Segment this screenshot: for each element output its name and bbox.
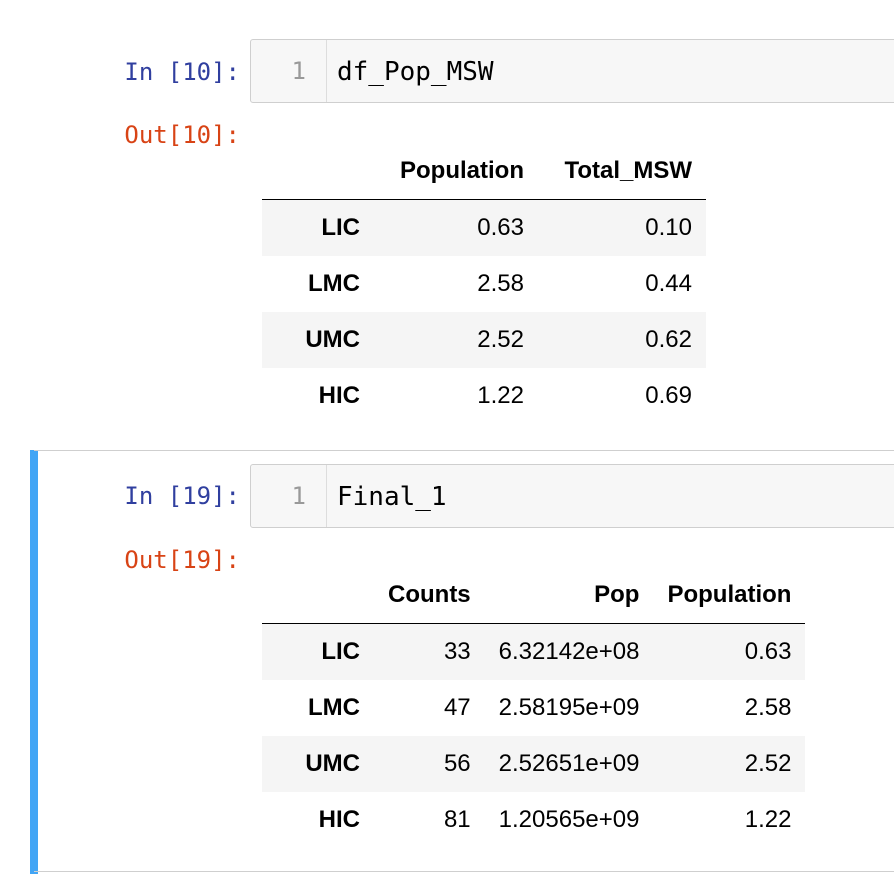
- table-cell: 1.22: [744, 806, 792, 833]
- table-cell: 2.58: [744, 694, 792, 721]
- row-index: LMC: [308, 694, 360, 721]
- table-cell: 6.32142e+08: [498, 638, 640, 665]
- column-header: Pop: [484, 567, 654, 624]
- table-cell: 2.58195e+09: [498, 694, 640, 721]
- output-prompt: Out[10]:: [124, 121, 240, 149]
- table-row: UMC 2.52 0.62: [262, 312, 706, 368]
- row-index: UMC: [305, 750, 360, 777]
- column-header: Counts: [374, 567, 485, 624]
- notebook-cell-19[interactable]: In [19]: 1 Final_1 Out[19]: Counts Pop P…: [0, 450, 894, 874]
- table-cell: 0.10: [645, 214, 692, 241]
- output-prompt: Out[19]:: [124, 546, 240, 574]
- notebook-cell-10[interactable]: In [10]: 1 df_Pop_MSW Out[10]: Populatio…: [0, 0, 894, 440]
- column-header: Population: [374, 143, 538, 200]
- table-cell: 0.44: [645, 270, 692, 297]
- row-index: LMC: [308, 270, 360, 297]
- table-cell: 47: [443, 694, 471, 721]
- row-index: HIC: [318, 382, 360, 409]
- table-cell: 1.22: [477, 382, 524, 409]
- table-header-row: Population Total_MSW: [262, 143, 706, 200]
- table-header-row: Counts Pop Population: [262, 567, 806, 624]
- table-cell: 1.20565e+09: [498, 806, 640, 833]
- input-prompt: In [10]:: [124, 58, 240, 86]
- table-cell: 81: [443, 806, 471, 833]
- line-number: 1: [291, 482, 306, 510]
- row-index: UMC: [305, 326, 360, 353]
- row-index: HIC: [318, 806, 360, 833]
- code-input-area[interactable]: 1 df_Pop_MSW: [250, 39, 894, 103]
- table-cell: 33: [443, 638, 471, 665]
- table-cell: 0.63: [744, 638, 792, 665]
- code-input-area[interactable]: 1 Final_1: [250, 464, 894, 528]
- line-number: 1: [291, 57, 306, 85]
- index-header: [262, 143, 374, 200]
- dataframe-table: Counts Pop Population LIC 33 6.32142e+08…: [262, 567, 806, 848]
- table-cell: 0.63: [477, 214, 524, 241]
- input-prompt: In [19]:: [124, 482, 240, 510]
- dataframe-table: Population Total_MSW LIC 0.63 0.10 LMC 2…: [262, 143, 706, 424]
- table-row: HIC 81 1.20565e+09 1.22: [262, 792, 805, 848]
- code-line[interactable]: df_Pop_MSW: [337, 57, 494, 87]
- row-index: LIC: [321, 214, 360, 241]
- line-number-gutter: 1: [251, 40, 327, 102]
- table-row: LIC 0.63 0.10: [262, 199, 706, 256]
- table-cell: 2.58: [477, 270, 524, 297]
- table-row: LMC 2.58 0.44: [262, 256, 706, 312]
- table-cell: 0.62: [645, 326, 692, 353]
- table-cell: 2.52651e+09: [498, 750, 640, 777]
- table-row: UMC 56 2.52651e+09 2.52: [262, 736, 806, 792]
- table-cell: 2.52: [744, 750, 792, 777]
- table-row: LIC 33 6.32142e+08 0.63: [262, 623, 806, 680]
- table-cell: 56: [443, 750, 471, 777]
- table-cell: 2.52: [477, 326, 524, 353]
- line-number-gutter: 1: [251, 465, 327, 527]
- table-row: HIC 1.22 0.69: [262, 368, 706, 424]
- code-line[interactable]: Final_1: [337, 482, 447, 512]
- row-index: LIC: [321, 638, 360, 665]
- column-header: Population: [653, 567, 806, 624]
- table-cell: 0.69: [645, 382, 692, 409]
- index-header: [262, 567, 374, 624]
- column-header: Total_MSW: [538, 143, 706, 200]
- table-row: LMC 47 2.58195e+09 2.58: [262, 680, 805, 736]
